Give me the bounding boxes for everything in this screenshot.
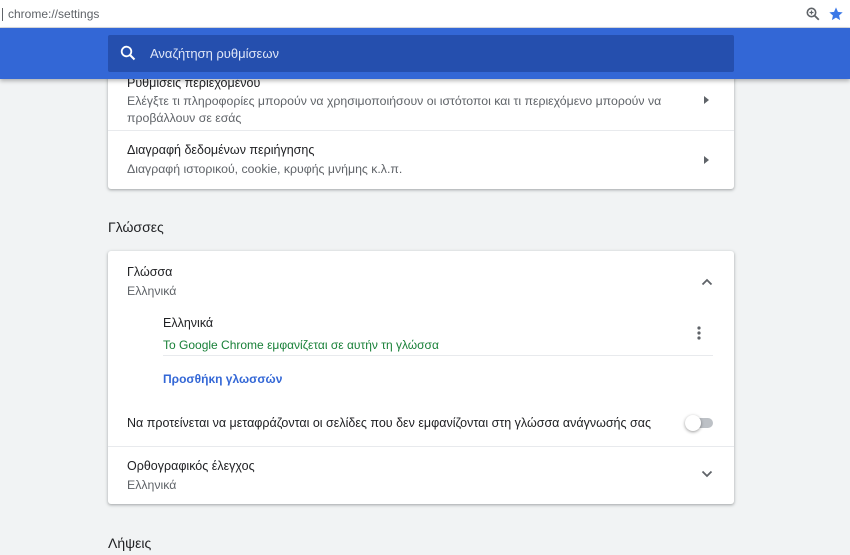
- more-options-icon[interactable]: [697, 326, 701, 340]
- arrow-right-icon: [704, 96, 709, 104]
- language-title: Γλώσσα: [127, 265, 173, 279]
- language-value: Ελληνικά: [127, 284, 177, 298]
- translate-offer-row[interactable]: Να προτείνεται να μεταφράζονται οι σελίδ…: [108, 401, 734, 445]
- spell-check-value: Ελληνικά: [127, 478, 177, 492]
- languages-card: Γλώσσα Ελληνικά Ελληνικά Το Google Chrom…: [108, 251, 734, 504]
- language-entry-note: Το Google Chrome εμφανίζεται σε αυτήν τη…: [163, 338, 439, 352]
- arrow-right-icon: [704, 156, 709, 164]
- chevron-down-icon[interactable]: [701, 470, 713, 478]
- clear-data-title: Διαγραφή δεδομένων περιήγησης: [127, 143, 315, 157]
- languages-heading: Γλώσσες: [108, 219, 164, 235]
- url-text[interactable]: chrome://settings: [8, 7, 99, 21]
- spell-check-row[interactable]: Ορθογραφικός έλεγχος Ελληνικά: [108, 447, 734, 504]
- text-caret: [2, 8, 3, 21]
- search-icon: [120, 45, 136, 61]
- zoom-icon[interactable]: [806, 7, 820, 21]
- search-box[interactable]: [108, 35, 734, 72]
- bookmark-star-icon[interactable]: [828, 6, 844, 22]
- divider: [163, 355, 713, 356]
- chevron-up-icon[interactable]: [701, 278, 713, 286]
- content-settings-subtitle-line2: προβάλλουν σε εσάς: [127, 111, 242, 125]
- toggle-knob: [685, 415, 701, 431]
- language-entry-name: Ελληνικά: [163, 316, 214, 330]
- privacy-card: Ρυθμίσεις περιεχομένου Ελέγξτε τι πληροφ…: [108, 60, 734, 189]
- search-input[interactable]: [150, 35, 710, 72]
- address-bar[interactable]: chrome://settings: [0, 0, 850, 28]
- clear-data-row[interactable]: Διαγραφή δεδομένων περιήγησης Διαγραφή ι…: [108, 131, 734, 189]
- downloads-heading: Λήψεις: [108, 535, 152, 551]
- clear-data-subtitle: Διαγραφή ιστορικού, cookie, κρυφής μνήμη…: [127, 162, 403, 176]
- language-row[interactable]: Γλώσσα Ελληνικά: [108, 251, 734, 303]
- spell-check-title: Ορθογραφικός έλεγχος: [127, 459, 255, 473]
- translate-offer-toggle[interactable]: [685, 415, 713, 431]
- settings-header: [0, 28, 850, 79]
- translate-offer-label: Να προτείνεται να μεταφράζονται οι σελίδ…: [127, 416, 651, 430]
- add-languages-link[interactable]: Προσθήκη γλωσσών: [163, 372, 282, 386]
